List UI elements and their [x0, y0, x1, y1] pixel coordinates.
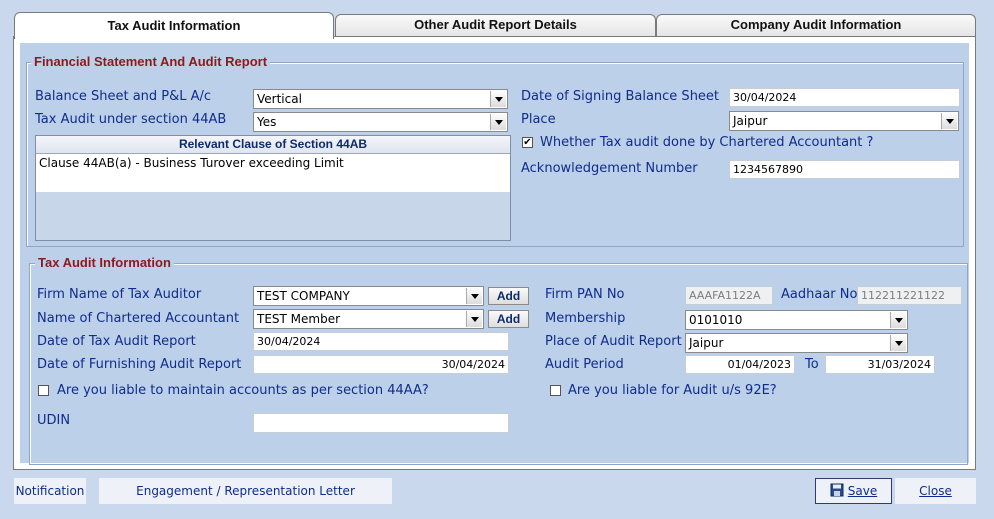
place-audit-report-label: Place of Audit Report — [545, 334, 682, 349]
place-value: Jaipur — [733, 114, 768, 128]
tab-other-audit-report-details[interactable]: Other Audit Report Details — [335, 14, 656, 37]
acknowledgement-label: Acknowledgement Number — [521, 161, 698, 176]
tab-company-audit-information[interactable]: Company Audit Information — [656, 14, 976, 37]
clause-row[interactable]: Clause 44AB(a) - Business Turover exceed… — [36, 154, 510, 173]
udin-label: UDIN — [37, 413, 71, 428]
date-signing-label: Date of Signing Balance Sheet — [521, 89, 720, 104]
ca-name-select[interactable]: TEST Member — [253, 309, 484, 329]
engagement-letter-button[interactable]: Engagement / Representation Letter — [99, 478, 392, 504]
udin-input[interactable] — [253, 413, 509, 433]
liable-92e-label: Are you liable for Audit u/s 92E? — [568, 383, 777, 398]
tax-audit-44ab-value: Yes — [257, 115, 277, 129]
chevron-down-icon[interactable] — [490, 114, 506, 130]
tab-tax-audit-information[interactable]: Tax Audit Information — [14, 12, 334, 39]
liable-92e-checkbox[interactable] — [550, 385, 561, 396]
date-tax-audit-report-input[interactable]: 30/04/2024 — [253, 332, 509, 351]
chevron-down-icon[interactable] — [466, 288, 482, 304]
date-furnishing-label: Date of Furnishing Audit Report — [37, 357, 242, 372]
clause-grid: Relevant Clause of Section 44AB Clause 4… — [35, 135, 511, 241]
firm-name-label: Firm Name of Tax Auditor — [37, 287, 202, 302]
tax-audit-title: Tax Audit Information — [35, 255, 174, 270]
clause-grid-header: Relevant Clause of Section 44AB — [36, 136, 510, 154]
chevron-down-icon[interactable] — [890, 335, 906, 351]
membership-select[interactable]: 0101010 — [685, 310, 908, 330]
ca-audit-checkbox[interactable]: ✔ — [522, 137, 533, 148]
ca-name-value: TEST Member — [257, 312, 341, 326]
tax-audit-44ab-label: Tax Audit under section 44AB — [35, 112, 227, 127]
to-label: To — [805, 357, 819, 372]
place-audit-report-value: Jaipur — [689, 336, 724, 350]
floppy-disk-icon — [830, 483, 844, 497]
balance-sheet-label: Balance Sheet and P&L A/c — [35, 89, 212, 104]
date-furnishing-input[interactable]: 30/04/2024 — [253, 355, 509, 374]
notification-button[interactable]: Notification — [14, 478, 86, 504]
date-signing-input[interactable]: 30/04/2024 — [729, 88, 960, 107]
close-button[interactable]: Close — [895, 478, 976, 504]
place-audit-report-select[interactable]: Jaipur — [685, 333, 908, 353]
save-label: Save — [847, 484, 878, 498]
add-firm-button[interactable]: Add — [488, 287, 529, 305]
chevron-down-icon[interactable] — [941, 113, 957, 129]
ca-name-label: Name of Chartered Accountant — [37, 311, 240, 326]
balance-sheet-value: Vertical — [257, 92, 302, 106]
aadhaar-label: Aadhaar No — [781, 287, 858, 302]
financial-statement-title: Financial Statement And Audit Report — [31, 54, 271, 69]
audit-period-to-input[interactable]: 31/03/2024 — [825, 355, 935, 374]
chevron-down-icon[interactable] — [466, 311, 482, 327]
firm-name-value: TEST COMPANY — [257, 289, 350, 303]
clause-row-empty[interactable] — [36, 173, 510, 192]
place-select[interactable]: Jaipur — [729, 111, 959, 131]
add-ca-button[interactable]: Add — [488, 310, 529, 328]
audit-period-label: Audit Period — [545, 357, 624, 372]
firm-pan-label: Firm PAN No — [545, 287, 625, 302]
firm-name-select[interactable]: TEST COMPANY — [253, 286, 484, 306]
date-tax-audit-report-label: Date of Tax Audit Report — [37, 334, 196, 349]
tax-audit-44ab-select[interactable]: Yes — [253, 112, 508, 132]
membership-value: 0101010 — [689, 313, 743, 327]
aadhaar-input[interactable]: 112211221122 — [857, 286, 962, 305]
save-button[interactable]: Save — [815, 478, 892, 504]
acknowledgement-input[interactable]: 1234567890 — [729, 160, 960, 179]
liable-44aa-label: Are you liable to maintain accounts as p… — [57, 383, 429, 398]
chevron-down-icon[interactable] — [890, 312, 906, 328]
chevron-down-icon[interactable] — [490, 91, 506, 107]
balance-sheet-select[interactable]: Vertical — [253, 89, 508, 109]
liable-44aa-checkbox[interactable] — [38, 385, 49, 396]
membership-label: Membership — [545, 311, 626, 326]
firm-pan-input[interactable]: AAAFA1122A — [685, 286, 773, 305]
ca-audit-label: Whether Tax audit done by Chartered Acco… — [540, 135, 874, 150]
place-label: Place — [521, 112, 556, 127]
audit-period-from-input[interactable]: 01/04/2023 — [685, 355, 795, 374]
